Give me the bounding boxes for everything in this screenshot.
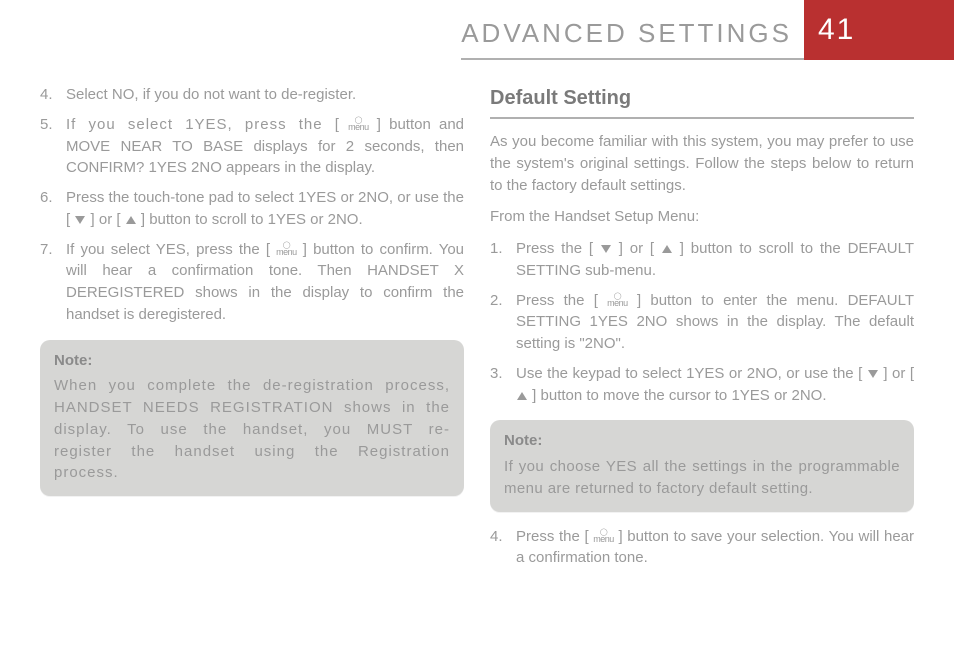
left-steps-list: 4. Select NO, if you do not want to de-r… (40, 84, 464, 326)
list-item: 4. Press the [ ◯menu ] button to save yo… (490, 526, 914, 570)
content-columns: 4. Select NO, if you do not want to de-r… (0, 60, 954, 583)
step-number: 3. (490, 363, 503, 385)
menu-icon-bracket: ◯menu (607, 292, 637, 309)
triangle-down-icon (868, 370, 878, 378)
page-header: ADVANCED SETTINGS 41 (0, 0, 954, 60)
list-item: 5. If you select 1YES, press the [ ◯menu… (40, 114, 464, 179)
step-text: ] or [ (91, 211, 121, 228)
step-text: Use the keypad to select 1YES or 2NO, or… (516, 365, 862, 382)
step-text: ] button to scroll to 1YES or 2NO. (141, 211, 363, 228)
step-text: Select NO, if you do not want to de-regi… (66, 86, 356, 103)
header-title: ADVANCED SETTINGS (461, 0, 804, 60)
arrow-down-bracket (600, 240, 612, 257)
note-title: Note: (54, 350, 450, 372)
step-number: 5. (40, 114, 53, 136)
step-text: ] or [ (619, 240, 654, 257)
arrow-down-bracket (867, 365, 879, 382)
step-text: ] or [ (883, 365, 914, 382)
step-number: 6. (40, 187, 53, 209)
step-text: Press the [ (516, 240, 593, 257)
menu-icon: ◯menu (348, 116, 369, 132)
step-text: ] button to move the cursor to 1YES or 2… (532, 387, 826, 404)
triangle-up-icon (517, 392, 527, 400)
step-text: Press the [ (516, 292, 598, 309)
step-number: 4. (490, 526, 503, 548)
menu-icon: ◯menu (607, 292, 628, 308)
arrow-up-bracket (125, 211, 137, 228)
note-body: If you choose YES all the settings in th… (504, 456, 900, 500)
right-steps-list-2: 4. Press the [ ◯menu ] button to save yo… (490, 526, 914, 570)
list-item: 6. Press the touch-tone pad to select 1Y… (40, 187, 464, 231)
triangle-up-icon (662, 245, 672, 253)
arrow-down-bracket (74, 211, 86, 228)
left-column: 4. Select NO, if you do not want to de-r… (40, 84, 464, 583)
note-box: Note: If you choose YES all the settings… (490, 420, 914, 511)
right-column: Default Setting As you become familiar w… (490, 84, 914, 583)
step-text: If you select YES, press the [ (66, 241, 270, 258)
menu-icon-bracket: ◯menu (593, 528, 618, 545)
list-item: 3. Use the keypad to select 1YES or 2NO,… (490, 363, 914, 407)
step-text: If you select 1YES, press the [ (66, 116, 340, 133)
menu-icon-bracket: ◯menu (348, 116, 377, 133)
from-menu-text: From the Handset Setup Menu: (490, 206, 914, 228)
list-item: 2. Press the [ ◯menu ] button to enter t… (490, 290, 914, 355)
right-steps-list: 1. Press the [ ] or [ ] button to scroll… (490, 238, 914, 406)
page-number-box: 41 (804, 0, 954, 60)
step-number: 7. (40, 239, 53, 261)
page-number: 41 (818, 13, 855, 47)
list-item: 7. If you select YES, press the [ ◯menu … (40, 239, 464, 326)
step-number: 4. (40, 84, 53, 106)
note-title: Note: (504, 430, 900, 452)
intro-paragraph: As you become familiar with this system,… (490, 131, 914, 196)
list-item: 4. Select NO, if you do not want to de-r… (40, 84, 464, 106)
step-text: Press the [ (516, 528, 589, 545)
step-number: 1. (490, 238, 503, 260)
note-body: When you complete the de-registration pr… (54, 375, 450, 484)
arrow-up-bracket (516, 387, 528, 404)
triangle-down-icon (601, 245, 611, 253)
triangle-down-icon (75, 216, 85, 224)
note-box: Note: When you complete the de-registrat… (40, 340, 464, 497)
step-number: 2. (490, 290, 503, 312)
list-item: 1. Press the [ ] or [ ] button to scroll… (490, 238, 914, 282)
menu-icon: ◯menu (593, 528, 614, 544)
menu-icon-bracket: ◯menu (276, 241, 303, 258)
menu-icon: ◯menu (276, 241, 297, 257)
arrow-up-bracket (661, 240, 673, 257)
triangle-up-icon (126, 216, 136, 224)
section-title: Default Setting (490, 84, 914, 119)
